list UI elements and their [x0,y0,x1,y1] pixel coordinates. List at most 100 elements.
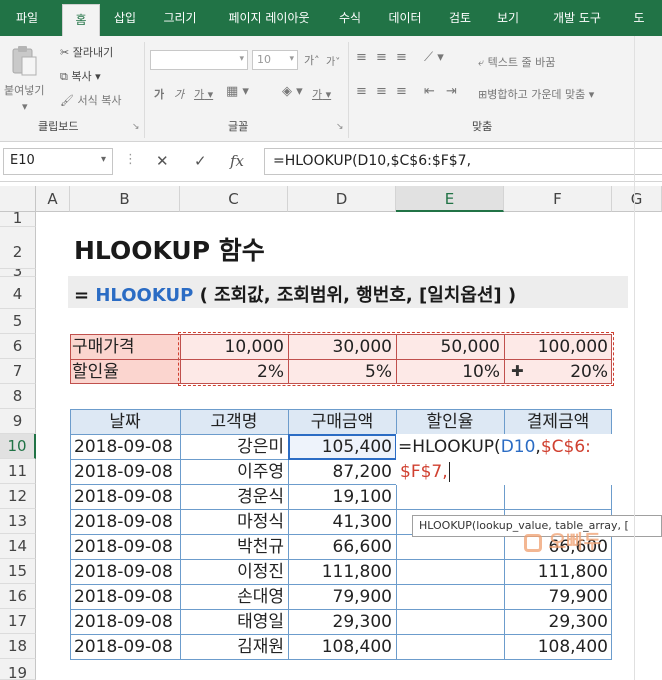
purchase-cell[interactable]: 41,300 [288,510,396,534]
font-size-select[interactable]: 10 ▾ [252,50,298,70]
font-name-select[interactable]: ▾ [150,50,248,70]
row-header-8[interactable]: 8 [0,384,36,409]
date-cell[interactable]: 2018-09-08 [74,460,173,484]
orientation-icon[interactable]: ⟋ ▾ [424,50,444,65]
column-header-d[interactable]: D [288,186,396,212]
customer-cell[interactable]: 박천규 [180,535,288,559]
wrap-text-button[interactable]: ⤶ 텍스트 줄 바꿈 [478,54,555,70]
row-header-18[interactable]: 18 [0,634,36,659]
lookup-label-rate[interactable]: 할인율 [72,360,180,384]
align-middle-icon[interactable]: ≡ [376,50,387,65]
align-left-icon[interactable]: ≡ [356,84,367,99]
font-grow-button[interactable]: 가˄ [304,52,320,68]
purchase-cell[interactable]: 29,300 [288,610,396,634]
formula-input[interactable]: =HLOOKUP(D10,$C$6:$F$7, [264,148,662,175]
customer-cell[interactable]: 김재원 [180,635,288,659]
align-bottom-icon[interactable]: ≡ [396,50,407,65]
font-color-button[interactable]: 가 ▾ [312,86,331,102]
row-header-12[interactable]: 12 [0,484,36,509]
lookup-price-cell[interactable]: 10,000 [180,335,288,359]
copy-button[interactable]: ⧉ 복사 ▾ [60,68,101,84]
lookup-rate-cell[interactable]: 10% [396,360,504,384]
date-cell[interactable]: 2018-09-08 [74,635,173,659]
tab-formulas[interactable]: 수식 [330,0,370,36]
lookup-label-price[interactable]: 구매가격 [72,335,180,359]
header-purchase[interactable]: 구매금액 [288,410,396,434]
purchase-cell[interactable]: 79,900 [288,585,396,609]
row-header-1[interactable]: 1 [0,212,36,227]
align-center-icon[interactable]: ≡ [376,84,387,99]
date-cell[interactable]: 2018-09-08 [74,535,173,559]
tab-review[interactable]: 검토 [440,0,480,36]
customer-cell[interactable]: 마정식 [180,510,288,534]
tab-developer[interactable]: 개발 도구 [536,0,618,36]
row-header-6[interactable]: 6 [0,334,36,359]
payment-cell[interactable]: 79,900 [504,585,612,609]
row-header-9[interactable]: 9 [0,409,36,434]
tab-file[interactable]: 파일 [6,0,48,36]
purchase-cell[interactable]: 108,400 [288,635,396,659]
format-painter-button[interactable]: 🖌 서식 복사 [60,92,121,108]
tab-draw[interactable]: 그리기 [152,0,208,36]
lookup-price-cell[interactable]: 100,000 [504,335,612,359]
column-header-f[interactable]: F [504,186,612,212]
align-top-icon[interactable]: ≡ [356,50,367,65]
row-header-16[interactable]: 16 [0,584,36,609]
row-header-4[interactable]: 4 [0,277,36,309]
column-header-b[interactable]: B [70,186,180,212]
date-cell[interactable]: 2018-09-08 [74,485,173,509]
date-cell[interactable]: 2018-09-08 [74,510,173,534]
row-header-2[interactable]: 2 [0,227,36,269]
purchase-cell[interactable]: 66,600 [288,535,396,559]
underline-button[interactable]: 가 ▾ [194,86,213,102]
row-header-13[interactable]: 13 [0,509,36,534]
date-cell[interactable]: 2018-09-08 [74,610,173,634]
name-box[interactable]: E10 ▾ [3,148,113,175]
payment-cell[interactable]: 111,800 [504,560,612,584]
customer-cell[interactable]: 강은미 [180,435,288,459]
tab-help-partial[interactable]: 도 [624,0,654,36]
row-header-11[interactable]: 11 [0,459,36,484]
italic-button[interactable]: 가 [174,86,184,102]
row-header-3[interactable]: 3 [0,269,36,277]
column-header-e[interactable]: E [396,186,504,212]
lookup-price-cell[interactable]: 50,000 [396,335,504,359]
tab-home[interactable]: 홈 [62,4,100,36]
tab-insert[interactable]: 삽입 [104,0,146,36]
cut-button[interactable]: ✂ 잘라내기 [60,44,113,60]
chevron-down-icon[interactable]: ▾ [22,100,28,113]
insert-function-icon[interactable]: fx [230,152,244,170]
tab-data[interactable]: 데이터 [378,0,432,36]
purchase-cell[interactable]: 87,200 [288,460,396,484]
header-customer[interactable]: 고객명 [180,410,288,434]
row-header-15[interactable]: 15 [0,559,36,584]
tab-page-layout[interactable]: 페이지 레이아웃 [214,0,324,36]
row-header-5[interactable]: 5 [0,309,36,334]
payment-cell[interactable]: 29,300 [504,610,612,634]
paste-label[interactable]: 붙여넣기 [4,82,44,98]
purchase-cell[interactable]: 111,800 [288,560,396,584]
paste-icon[interactable] [10,44,38,78]
date-cell[interactable]: 2018-09-08 [74,435,173,459]
header-date[interactable]: 날짜 [70,410,180,434]
border-icon[interactable]: ▦ ▾ [226,84,249,99]
row-header-19[interactable]: 19 [0,659,36,680]
row-header-10[interactable]: 10 [0,434,36,459]
customer-cell[interactable]: 이주영 [180,460,288,484]
merge-center-button[interactable]: ⊞병합하고 가운데 맞춤 ▾ [478,86,594,102]
fill-color-icon[interactable]: ◈ ▾ [282,84,303,99]
customer-cell[interactable]: 경운식 [180,485,288,509]
decrease-indent-icon[interactable]: ⇤ [424,84,435,99]
date-cell[interactable]: 2018-09-08 [74,560,173,584]
purchase-cell[interactable]: 105,400 [288,435,396,459]
tab-view[interactable]: 보기 [488,0,528,36]
customer-cell[interactable]: 이정진 [180,560,288,584]
payment-cell[interactable]: 108,400 [504,635,612,659]
header-payment[interactable]: 결제금액 [504,410,612,434]
column-header-c[interactable]: C [180,186,288,212]
row-header-14[interactable]: 14 [0,534,36,559]
dialog-launcher-icon[interactable]: ↘ [132,122,140,132]
lookup-rate-cell[interactable]: 2% [180,360,288,384]
customer-cell[interactable]: 손대영 [180,585,288,609]
lookup-rate-cell[interactable]: 5% [288,360,396,384]
